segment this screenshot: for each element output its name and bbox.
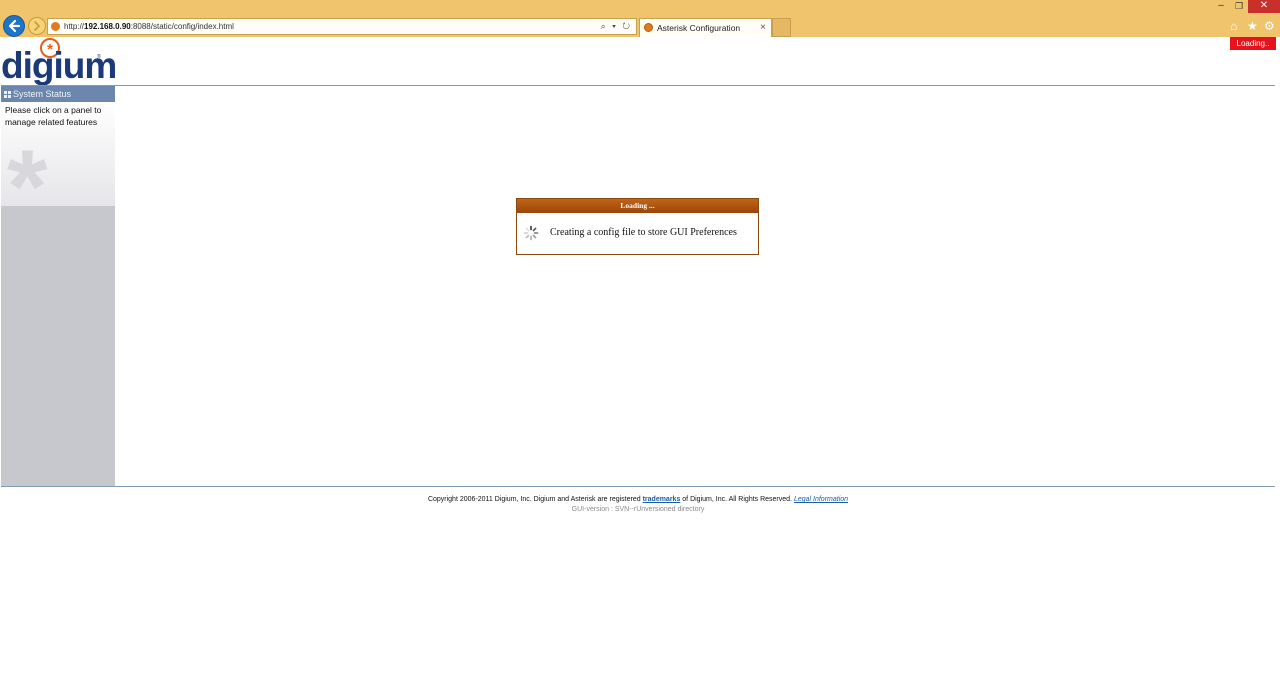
tab-title: Asterisk Configuration bbox=[657, 23, 741, 33]
browser-toolbar: http://192.168.0.90:8088/static/config/i… bbox=[0, 0, 1280, 37]
registered-mark: ® bbox=[97, 54, 101, 60]
dialog-title: Loading ... bbox=[517, 199, 758, 213]
sidebar-item-system-status[interactable]: System Status bbox=[1, 86, 115, 102]
digium-logo: * digium ® bbox=[1, 36, 117, 86]
tools-gear-icon[interactable]: ⚙ bbox=[1264, 19, 1275, 33]
spinner-icon bbox=[523, 225, 539, 241]
tab-close-icon[interactable]: × bbox=[760, 19, 766, 37]
back-arrow-icon bbox=[8, 19, 21, 33]
address-url: http://192.168.0.90:8088/static/config/i… bbox=[64, 22, 234, 31]
sidebar-header-label: System Status bbox=[13, 89, 72, 99]
address-bar[interactable]: http://192.168.0.90:8088/static/config/i… bbox=[47, 18, 637, 35]
legal-information-link[interactable]: Legal Information bbox=[794, 496, 848, 503]
copyright-text-post: of Digium, Inc. All Rights Reserved. bbox=[680, 496, 794, 503]
logo-text: digium bbox=[1, 45, 117, 86]
back-button[interactable] bbox=[3, 15, 25, 37]
trademarks-link[interactable]: trademarks bbox=[643, 496, 681, 503]
header-divider bbox=[1, 85, 1275, 86]
loading-dialog: Loading ... Creating a config file to st… bbox=[516, 198, 759, 255]
sidebar-panel: Please click on a panel to manage relate… bbox=[1, 102, 115, 206]
tab-asterisk-configuration[interactable]: Asterisk Configuration × bbox=[639, 18, 772, 37]
forward-arrow-icon bbox=[34, 21, 41, 31]
footer-divider bbox=[1, 486, 1275, 487]
asterisk-watermark-icon: * bbox=[7, 137, 48, 205]
gui-version-text: GUI-version : SVN--rUnversioned director… bbox=[571, 506, 705, 513]
minimize-icon[interactable]: – bbox=[1212, 0, 1230, 13]
home-icon[interactable]: ⌂ bbox=[1230, 19, 1237, 33]
copyright-line: Copyright 2006-2011 Digium, Inc. Digium … bbox=[0, 495, 1276, 505]
maximize-icon[interactable]: ❐ bbox=[1231, 0, 1247, 13]
new-tab-button[interactable] bbox=[772, 18, 791, 37]
favorites-star-icon[interactable]: ★ bbox=[1247, 19, 1258, 33]
address-controls[interactable]: ⌕ ▾ ↻ bbox=[601, 19, 632, 34]
copyright-text-pre: Copyright 2006-2011 Digium, Inc. Digium … bbox=[427, 496, 643, 503]
grid-icon bbox=[4, 91, 11, 98]
loading-badge: Loading.. bbox=[1230, 37, 1276, 50]
site-favicon-icon bbox=[51, 22, 60, 31]
dialog-message: Creating a config file to store GUI Pref… bbox=[550, 227, 737, 238]
sidebar-help-text: Please click on a panel to manage relate… bbox=[5, 105, 102, 127]
footer: Copyright 2006-2011 Digium, Inc. Digium … bbox=[0, 495, 1276, 515]
window-close-icon[interactable]: ✕ bbox=[1248, 0, 1280, 13]
sidebar: System Status Please click on a panel to… bbox=[1, 86, 115, 486]
tab-favicon-icon bbox=[644, 23, 653, 32]
forward-button[interactable] bbox=[28, 17, 46, 35]
